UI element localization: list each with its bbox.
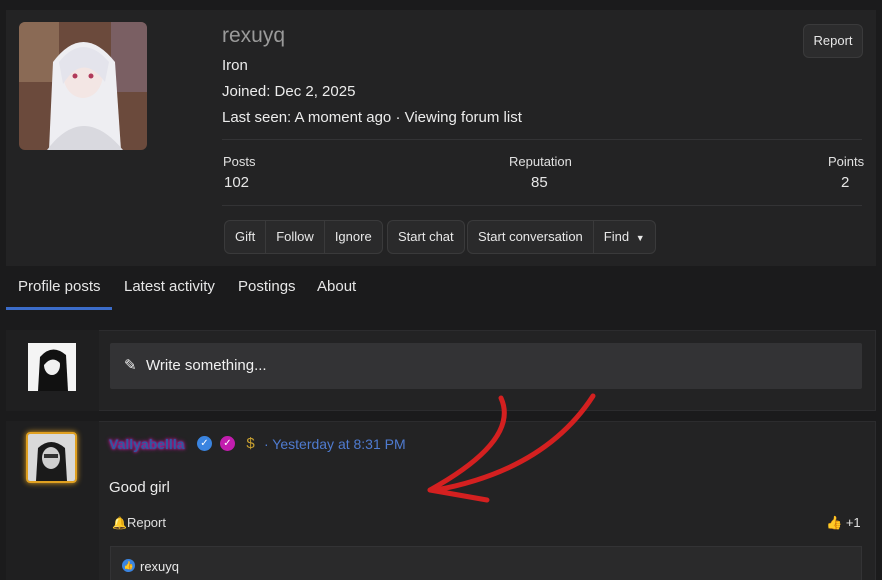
profile-last-seen: Last seen: A moment ago · Viewing forum … (222, 109, 522, 126)
chat-action-group: Start chat (387, 220, 465, 254)
caret-down-icon: ▼ (635, 233, 645, 243)
start-chat-button[interactable]: Start chat (388, 221, 464, 253)
tab-profile-posts[interactable]: Profile posts (18, 278, 101, 295)
verified-badge-icon: ✓ (197, 436, 212, 451)
report-post-label: Report (126, 515, 166, 530)
header-divider (222, 139, 862, 140)
tab-latest-activity[interactable]: Latest activity (124, 278, 215, 295)
premium-badge-icon: ✓ (220, 436, 235, 451)
reputation-stat-value: 85 (531, 174, 548, 191)
dollar-badge-icon: $ (246, 435, 255, 452)
profile-joined-date: Joined: Dec 2, 2025 (222, 83, 356, 100)
conversation-action-group: Start conversation Find ▼ (467, 220, 656, 254)
tab-postings[interactable]: Postings (238, 278, 296, 295)
write-something-placeholder: Write something... (146, 357, 267, 374)
current-user-avatar[interactable] (28, 343, 76, 391)
profile-tabs: Profile posts Latest activity Postings A… (6, 268, 876, 310)
thumbs-up-icon: 👍 (826, 515, 843, 530)
profile-rank: Iron (222, 57, 248, 74)
posts-stat-value[interactable]: 102 (224, 174, 249, 191)
profile-avatar[interactable] (19, 22, 147, 150)
post-body: Good girl (109, 479, 170, 496)
gift-button[interactable]: Gift (225, 221, 267, 253)
bell-icon: 🔔 (112, 516, 127, 530)
posts-stat-label: Posts (223, 154, 256, 169)
active-tab-indicator (6, 307, 112, 310)
ignore-button[interactable]: Ignore (325, 221, 382, 253)
report-profile-button[interactable]: Report (803, 24, 863, 58)
points-stat-value[interactable]: 2 (841, 174, 849, 191)
pencil-icon: ✎ (124, 357, 137, 374)
post-timestamp[interactable]: · Yesterday at 8:31 PM (264, 436, 406, 452)
like-count: +1 (845, 515, 861, 530)
follow-button[interactable]: Follow (266, 221, 325, 253)
post-author-name[interactable]: Vallyabellla (109, 436, 185, 452)
like-reaction-icon: 👍 (122, 559, 135, 572)
start-conversation-button[interactable]: Start conversation (468, 221, 594, 253)
points-stat-label: Points (828, 154, 865, 169)
find-menu-button[interactable]: Find ▼ (594, 221, 655, 253)
member-actions-group: Gift Follow Ignore (224, 220, 383, 254)
profile-username: rexuyq (222, 24, 286, 47)
likes-summary-bar (110, 546, 862, 580)
stats-divider (222, 205, 862, 206)
reputation-stat-label: Reputation (509, 154, 572, 169)
write-something-input[interactable]: ✎ Write something... (110, 343, 862, 389)
report-post-link[interactable]: 🔔Report (112, 515, 166, 530)
like-button[interactable]: 👍 +1 (826, 515, 861, 531)
liked-by-user[interactable]: rexuyq (140, 559, 179, 574)
find-label: Find (603, 229, 630, 244)
post-author-avatar[interactable] (26, 432, 77, 483)
tab-about[interactable]: About (317, 278, 356, 295)
